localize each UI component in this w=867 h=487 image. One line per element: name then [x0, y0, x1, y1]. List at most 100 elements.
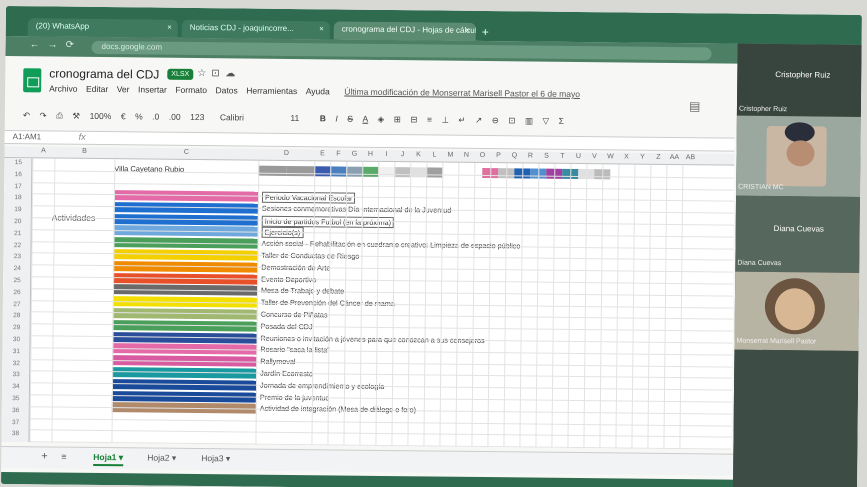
row-header[interactable]: 25	[3, 277, 31, 284]
row-header[interactable]: 29	[3, 324, 31, 331]
back-icon[interactable]: ←	[30, 39, 40, 50]
column-header[interactable]: Y	[634, 154, 650, 161]
row-header[interactable]: 26	[3, 289, 31, 296]
row-header[interactable]: 32	[2, 360, 30, 367]
decrease-decimal-button[interactable]: .0	[152, 112, 159, 122]
column-header[interactable]: U	[570, 153, 586, 160]
column-header[interactable]: Z	[650, 154, 666, 161]
url-input[interactable]: docs.google.com	[91, 40, 712, 61]
column-header[interactable]: Q	[506, 152, 522, 159]
column-header[interactable]: S	[538, 153, 554, 160]
zoom-select[interactable]: 100%	[90, 111, 112, 121]
row-header[interactable]: 23	[3, 253, 31, 260]
row-header[interactable]: 31	[2, 348, 30, 355]
row-header[interactable]: 22	[3, 242, 31, 249]
borders-icon[interactable]: ⊞	[394, 114, 401, 125]
menu-archivo[interactable]: Archivo	[49, 83, 77, 93]
color-cell[interactable]	[394, 167, 411, 178]
column-header[interactable]: A	[32, 147, 54, 154]
column-header[interactable]: I	[378, 151, 394, 158]
menu-formato[interactable]: Formato	[175, 85, 207, 95]
column-header[interactable]: K	[410, 151, 426, 158]
move-icon[interactable]: ⊡	[211, 68, 220, 79]
color-cell[interactable]	[330, 166, 347, 177]
color-cell[interactable]	[410, 167, 427, 178]
all-sheets-button[interactable]: ≡	[61, 452, 66, 462]
participant-tile-1[interactable]: Cristopher Ruiz Cristopher Ruiz	[736, 43, 862, 117]
sheet-tab-hoja3[interactable]: Hoja3 ▾	[201, 453, 230, 464]
color-cell[interactable]	[378, 166, 395, 178]
column-header[interactable]: X	[618, 153, 634, 160]
add-sheet-button[interactable]: +	[41, 450, 48, 462]
column-header[interactable]: G	[346, 151, 362, 158]
row-header[interactable]: 17	[4, 183, 32, 190]
bold-button[interactable]: B	[320, 113, 326, 123]
row-header[interactable]: 34	[2, 383, 30, 390]
comment-history-icon[interactable]: ▤	[689, 99, 700, 113]
menu-insertar[interactable]: Insertar	[138, 84, 167, 94]
row-header[interactable]: 15	[4, 159, 32, 166]
color-cell[interactable]	[346, 166, 363, 177]
italic-button[interactable]: I	[335, 113, 337, 123]
undo-icon[interactable]: ↶	[23, 110, 30, 121]
increase-decimal-button[interactable]: .00	[169, 112, 181, 122]
column-header[interactable]: J	[394, 151, 410, 158]
reload-icon[interactable]: ⟳	[66, 40, 75, 51]
color-cell[interactable]	[362, 166, 379, 177]
column-header[interactable]: AA	[666, 154, 682, 161]
row-header[interactable]: 27	[3, 301, 31, 308]
row-header[interactable]: 28	[3, 312, 31, 319]
column-header[interactable]: O	[474, 152, 490, 159]
row-header[interactable]: 30	[2, 336, 30, 343]
row-header[interactable]: 16	[4, 171, 32, 178]
column-header[interactable]: T	[554, 153, 570, 160]
cloud-icon[interactable]: ☁	[225, 68, 235, 79]
last-edit-link[interactable]: Última modificación de Monserrat Marisel…	[344, 87, 580, 99]
comment-icon[interactable]: ⊡	[508, 115, 515, 126]
star-icon[interactable]: ☆	[197, 68, 206, 79]
column-header[interactable]: R	[522, 152, 538, 159]
filter-icon[interactable]: ▽	[543, 116, 550, 127]
row-header[interactable]: 20	[4, 218, 32, 225]
row-header[interactable]: 36	[2, 407, 30, 414]
column-header[interactable]: P	[490, 152, 506, 159]
link-icon[interactable]: ⊖	[492, 115, 499, 126]
number-format-select[interactable]: 123	[190, 112, 204, 122]
document-title[interactable]: cronograma del CDJ	[49, 66, 159, 81]
participant-tile-3[interactable]: Diana Cuevas Diana Cuevas	[735, 195, 861, 273]
text-color-button[interactable]: A	[362, 114, 368, 124]
row-header[interactable]: 18	[4, 194, 32, 201]
menu-datos[interactable]: Datos	[215, 85, 237, 95]
strikethrough-button[interactable]: S	[347, 114, 353, 124]
row-header[interactable]: 37	[2, 419, 30, 426]
participant-tile-4[interactable]: Monserrat Marisell Pastor	[734, 271, 860, 351]
percent-button[interactable]: %	[135, 111, 143, 121]
color-cell[interactable]	[286, 165, 315, 177]
sheet-tab-hoja2[interactable]: Hoja2 ▾	[147, 453, 176, 464]
column-header[interactable]: C	[114, 148, 258, 157]
merge-icon[interactable]: ⊟	[410, 114, 417, 125]
column-header[interactable]: L	[426, 151, 442, 158]
column-header[interactable]: D	[258, 150, 314, 158]
sheets-logo-icon[interactable]	[23, 68, 42, 93]
participant-tile-2[interactable]: CRISTIAN MC	[736, 115, 861, 197]
new-tab-button[interactable]: +	[482, 25, 489, 39]
sum-icon[interactable]: Σ	[559, 116, 564, 126]
rotate-icon[interactable]: ↗	[475, 115, 482, 126]
column-header[interactable]: N	[458, 152, 474, 159]
column-header[interactable]: W	[602, 153, 618, 160]
close-icon[interactable]: ×	[167, 23, 172, 32]
font-select[interactable]: Calibri	[220, 112, 244, 122]
menu-herramientas[interactable]: Herramientas	[246, 86, 297, 97]
forward-icon[interactable]: →	[48, 39, 58, 50]
sheet-tab-hoja1[interactable]: Hoja1 ▾	[93, 451, 124, 467]
menu-editar[interactable]: Editar	[86, 84, 108, 94]
column-header[interactable]: E	[314, 150, 330, 157]
paint-format-icon[interactable]: ⚒	[72, 111, 80, 122]
fill-color-icon[interactable]: ◈	[378, 114, 385, 125]
name-box[interactable]: A1:AM1	[13, 132, 42, 141]
close-icon[interactable]: ×	[319, 24, 324, 33]
column-header[interactable]: M	[442, 152, 458, 159]
valign-icon[interactable]: ⊥	[441, 115, 449, 126]
close-icon[interactable]: ×	[465, 26, 470, 35]
